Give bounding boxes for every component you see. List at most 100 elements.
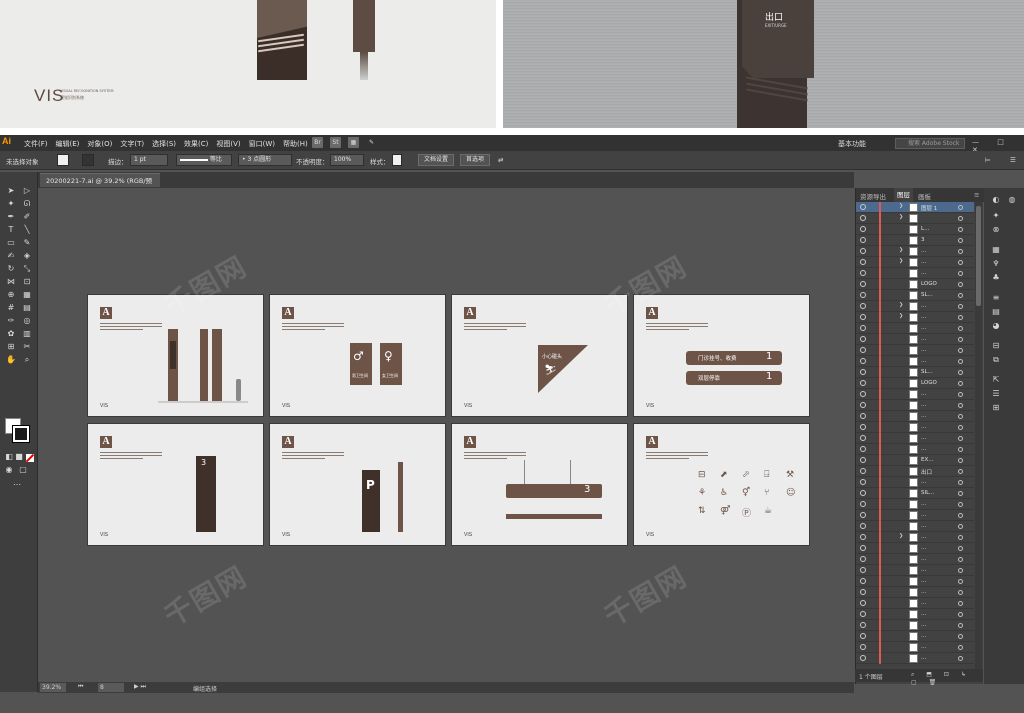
expand-arrow-icon[interactable]: ❯ <box>899 247 903 253</box>
artboard-number-field[interactable]: 8 <box>98 683 124 692</box>
tab-layers[interactable]: 图层 <box>894 188 913 202</box>
layer-row[interactable]: ... <box>856 587 974 598</box>
layer-row-top[interactable]: ❯ 图层 1 <box>856 202 974 213</box>
layer-row[interactable]: 3 <box>856 235 974 246</box>
transparency-icon[interactable]: ◕ <box>990 320 1002 331</box>
layer-row[interactable]: ❯... <box>856 532 974 543</box>
symbol-sprayer-tool-icon[interactable]: ✿ <box>6 329 16 339</box>
layer-target-icon[interactable] <box>958 425 963 430</box>
width-tool-icon[interactable]: ⋈ <box>6 277 16 287</box>
visibility-eye-icon[interactable] <box>860 358 866 364</box>
layer-row[interactable]: ... <box>856 499 974 510</box>
expand-arrow-icon[interactable]: ❯ <box>899 214 903 220</box>
visibility-eye-icon[interactable] <box>860 259 866 265</box>
layer-target-icon[interactable] <box>958 392 963 397</box>
visibility-eye-icon[interactable] <box>860 534 866 540</box>
expand-arrow-icon[interactable]: ❯ <box>899 203 903 209</box>
gradient-tool-icon[interactable]: ▤ <box>22 303 32 313</box>
layer-target-icon[interactable] <box>958 557 963 562</box>
visibility-eye-icon[interactable] <box>860 457 866 463</box>
preferences-button[interactable]: 首选项 <box>460 154 490 166</box>
layer-row[interactable]: ❯ <box>856 213 974 224</box>
layer-row[interactable]: ... <box>856 653 974 664</box>
stock-icon[interactable]: St <box>330 137 341 148</box>
curvature-tool-icon[interactable]: ✐ <box>22 212 32 222</box>
layer-row[interactable]: L... <box>856 224 974 235</box>
appearance-icon[interactable]: ⊗ <box>990 224 1002 235</box>
visibility-eye-icon[interactable] <box>860 248 866 254</box>
free-transform-tool-icon[interactable]: ⊡ <box>22 277 32 287</box>
gradient-icon[interactable]: ▤ <box>990 306 1002 317</box>
layer-target-icon[interactable] <box>958 535 963 540</box>
layer-row[interactable]: ... <box>856 411 974 422</box>
layer-target-icon[interactable] <box>958 623 963 628</box>
cc-libraries-icon[interactable]: ◍ <box>1006 194 1018 205</box>
layer-row[interactable]: LOGO <box>856 279 974 290</box>
artboard-4[interactable]: A 门诊挂号、收费 1 双层停靠 1 VIS <box>633 294 810 417</box>
visibility-eye-icon[interactable] <box>860 490 866 496</box>
layer-row[interactable]: ... <box>856 345 974 356</box>
layer-target-icon[interactable] <box>958 249 963 254</box>
layer-target-icon[interactable] <box>958 645 963 650</box>
visibility-eye-icon[interactable] <box>860 347 866 353</box>
layer-row[interactable]: ... <box>856 268 974 279</box>
layer-target-icon[interactable] <box>958 546 963 551</box>
layer-target-icon[interactable] <box>958 447 963 452</box>
layer-target-icon[interactable] <box>958 238 963 243</box>
visibility-eye-icon[interactable] <box>860 512 866 518</box>
layer-target-icon[interactable] <box>958 282 963 287</box>
symbols-icon[interactable]: ♣ <box>990 272 1002 283</box>
layer-row[interactable]: ❯... <box>856 312 974 323</box>
layer-row[interactable]: ... <box>856 598 974 609</box>
visibility-eye-icon[interactable] <box>860 446 866 452</box>
layer-target-icon[interactable] <box>958 216 963 221</box>
layer-row[interactable]: ❯... <box>856 246 974 257</box>
default-colors-icon[interactable]: ◧ <box>4 452 14 462</box>
perspective-grid-tool-icon[interactable]: ▦ <box>22 290 32 300</box>
layer-row[interactable]: LOGO <box>856 378 974 389</box>
layer-row[interactable]: SL... <box>856 367 974 378</box>
menu-edit[interactable]: 编辑(E) <box>56 139 80 149</box>
visibility-eye-icon[interactable] <box>860 468 866 474</box>
layer-row[interactable]: ... <box>856 444 974 455</box>
expand-arrow-icon[interactable]: ❯ <box>899 533 903 539</box>
layer-row[interactable]: ... <box>856 422 974 433</box>
layer-target-icon[interactable] <box>958 370 963 375</box>
layer-target-icon[interactable] <box>958 524 963 529</box>
draw-mode-icon[interactable]: ◉ <box>4 465 14 475</box>
stroke-color-swatch[interactable] <box>82 154 94 166</box>
magic-wand-tool-icon[interactable]: ✦ <box>6 199 16 209</box>
gpu-icon[interactable]: ✎ <box>366 137 377 148</box>
eyedropper-tool-icon[interactable]: ✑ <box>6 316 16 326</box>
rectangle-tool-icon[interactable]: ▭ <box>6 238 16 248</box>
fill-color-swatch[interactable] <box>57 154 69 166</box>
layer-row[interactable]: SL... <box>856 290 974 301</box>
layer-target-icon[interactable] <box>958 337 963 342</box>
direct-selection-tool-icon[interactable]: ▷ <box>22 186 32 196</box>
layer-row[interactable]: ... <box>856 554 974 565</box>
grid-arrange-icon[interactable]: ▦ <box>348 137 359 148</box>
artboard-8[interactable]: A ⊟ ⬈ ⬀ ⍈ ⚒ ⚘ ♿ ⚥ ⑂ ☺ ⇅ ⚤ Ⓟ ☕ VIS <box>633 423 810 546</box>
bridge-icon[interactable]: Br <box>312 137 323 148</box>
slice-tool-icon[interactable]: ✂ <box>22 342 32 352</box>
edit-toolbar-icon[interactable]: ⋯ <box>12 480 22 490</box>
visibility-eye-icon[interactable] <box>860 578 866 584</box>
layer-target-icon[interactable] <box>958 480 963 485</box>
layer-row[interactable]: SIL... <box>856 488 974 499</box>
visibility-eye-icon[interactable] <box>860 292 866 298</box>
layer-row[interactable]: ... <box>856 510 974 521</box>
visibility-eye-icon[interactable] <box>860 303 866 309</box>
shaper-tool-icon[interactable]: ✍ <box>6 251 16 261</box>
menu-view[interactable]: 视图(V) <box>216 139 240 149</box>
type-tool-icon[interactable]: T <box>6 225 16 235</box>
align-panel-icon[interactable]: ⊟ <box>990 340 1002 351</box>
layer-row[interactable]: ... <box>856 356 974 367</box>
lasso-tool-icon[interactable]: ᘏ <box>22 199 32 209</box>
visibility-eye-icon[interactable] <box>860 501 866 507</box>
scrollbar-thumb[interactable] <box>976 206 981 306</box>
graphic-style-swatch[interactable] <box>392 154 402 166</box>
workspace-switcher[interactable]: 基本功能 <box>838 139 866 149</box>
visibility-eye-icon[interactable] <box>860 556 866 562</box>
opacity-field[interactable]: 100% <box>330 154 364 166</box>
layer-target-icon[interactable] <box>958 293 963 298</box>
